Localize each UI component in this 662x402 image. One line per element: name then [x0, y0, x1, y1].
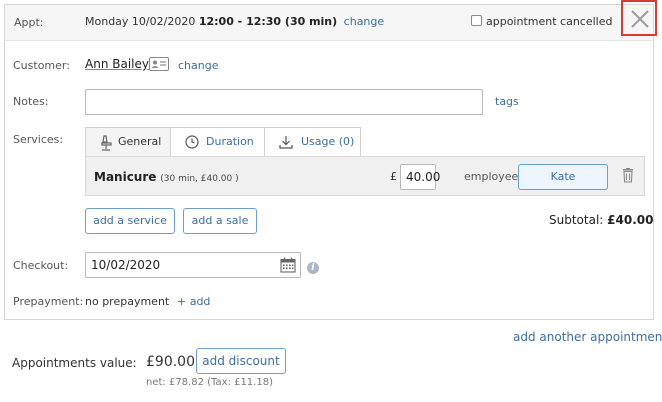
service-details: (30 min, £40.00 ): [160, 174, 239, 184]
chair-icon: [101, 135, 112, 151]
subtotal-label: Subtotal:: [549, 213, 604, 227]
services-label: Services:: [13, 133, 64, 146]
appt-date: Monday 10/02/2020: [85, 15, 196, 28]
add-service-button[interactable]: add a service: [85, 208, 175, 234]
tab-general[interactable]: General: [85, 127, 171, 157]
checkout-date-input[interactable]: 10/02/2020: [85, 252, 301, 278]
tab-duration[interactable]: Duration: [170, 127, 265, 157]
subtotal-value: £40.00: [607, 213, 654, 227]
close-button[interactable]: [621, 0, 657, 36]
service-summary: Manicure (30 min, £40.00 ): [94, 170, 239, 184]
service-name: Manicure: [94, 170, 157, 184]
add-another-appointment-link[interactable]: add another appointment: [513, 330, 662, 344]
appointments-value-label: Appointments value:: [12, 356, 137, 370]
employee-select[interactable]: Kate: [518, 164, 608, 190]
appointment-header: Appt: Monday 10/02/2020 12:00 - 12:30 (3…: [5, 5, 653, 41]
net-tax-text: net: £78.82 (Tax: £11.18): [146, 377, 273, 388]
add-prepayment-link[interactable]: + add: [177, 295, 210, 308]
contact-card-icon[interactable]: [149, 57, 169, 74]
calendar-icon[interactable]: [280, 257, 296, 273]
appointment-cancelled-toggle[interactable]: appointment cancelled: [471, 15, 612, 28]
subtotal: Subtotal: £40.00: [549, 213, 653, 227]
prepayment-label: Prepayment:: [13, 295, 84, 308]
appointment-panel: Appt: Monday 10/02/2020 12:00 - 12:30 (3…: [4, 4, 654, 320]
appt-change-link[interactable]: change: [344, 15, 384, 28]
trash-icon[interactable]: [622, 168, 634, 186]
tab-general-label: General: [118, 135, 162, 148]
appt-label: Appt:: [14, 16, 44, 29]
prepayment-value: no prepayment: [85, 295, 170, 308]
add-sale-button[interactable]: add a sale: [183, 208, 257, 234]
service-row: Manicure (30 min, £40.00 ) £ 40.00 emplo…: [85, 156, 645, 196]
appt-time: 12:00 - 12:30 (30 min): [198, 15, 338, 28]
appt-datetime: Monday 10/02/2020 12:00 - 12:30 (30 min)…: [85, 15, 384, 28]
customer-change-link[interactable]: change: [178, 59, 218, 72]
price-currency: £: [390, 170, 397, 183]
notes-label: Notes:: [13, 95, 49, 108]
tab-usage-label: Usage (0): [301, 135, 355, 148]
tab-usage[interactable]: Usage (0): [264, 127, 361, 157]
tab-duration-label: Duration: [206, 135, 254, 148]
appointments-value: £90.00: [146, 354, 195, 370]
checkout-label: Checkout:: [13, 259, 69, 272]
clock-icon: [185, 135, 199, 149]
service-price-value: 40.00: [406, 170, 441, 184]
employee-label: employee:: [464, 170, 523, 183]
notes-input[interactable]: [85, 89, 483, 115]
tags-link[interactable]: tags: [495, 95, 519, 108]
appointment-cancelled-label: appointment cancelled: [486, 15, 613, 28]
appointment-cancelled-checkbox[interactable]: [471, 15, 482, 26]
close-icon: [631, 10, 649, 28]
download-icon: [279, 136, 293, 149]
info-icon[interactable]: i: [307, 259, 319, 274]
service-price-input[interactable]: 40.00: [400, 164, 440, 190]
checkout-date-value: 10/02/2020: [91, 258, 161, 272]
add-discount-button[interactable]: add discount: [196, 348, 286, 374]
customer-label: Customer:: [13, 59, 70, 72]
customer-name[interactable]: Ann Bailey: [85, 57, 149, 71]
